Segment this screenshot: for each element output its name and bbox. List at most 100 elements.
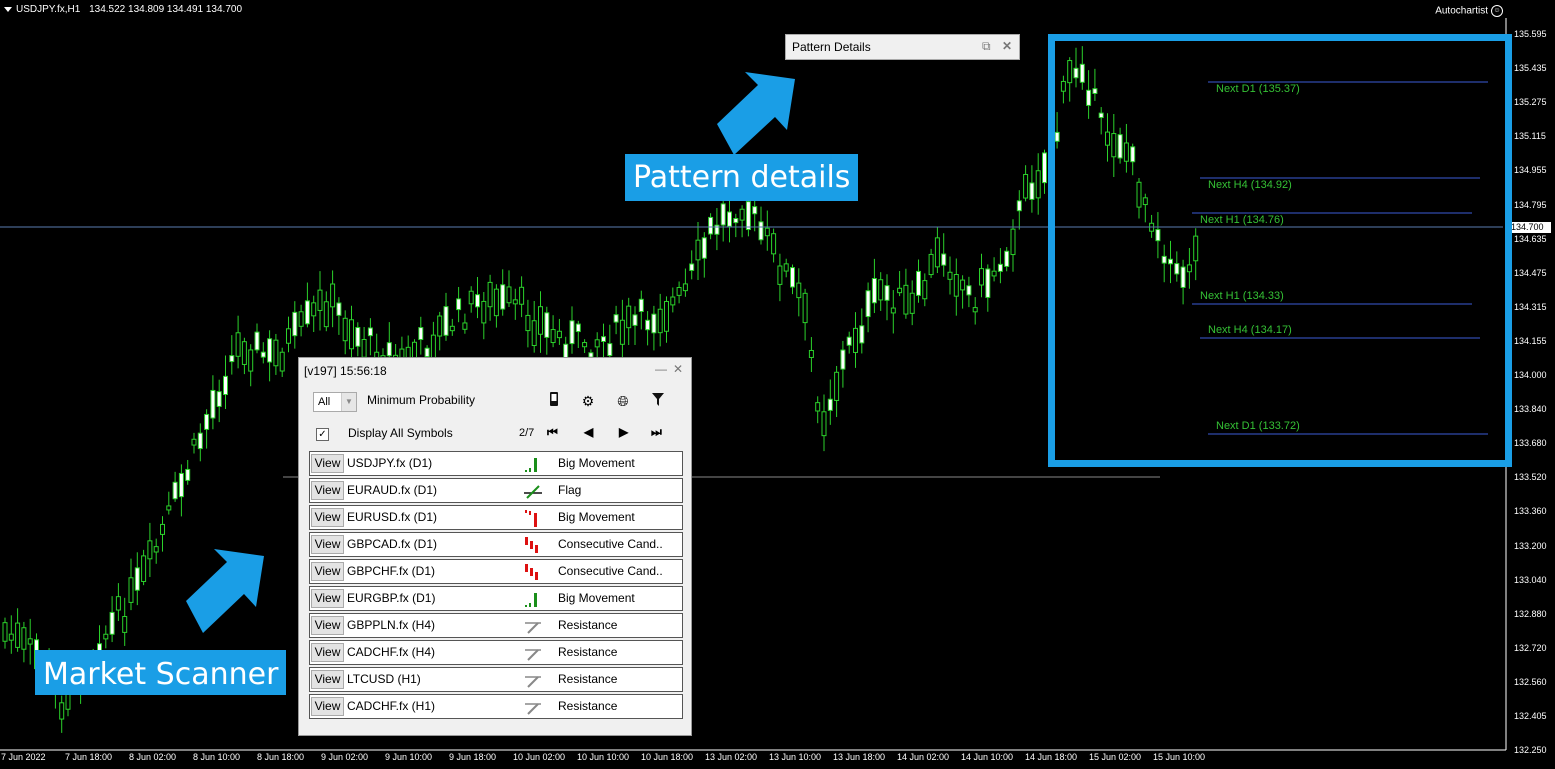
scanner-row[interactable]: View EURGBP.fx (D1) Big Movement [309,586,683,611]
y-tick-label: 133.840 [1514,404,1547,415]
restore-icon[interactable]: ⧉ [982,39,991,54]
pattern-details-window[interactable]: Pattern Details ⧉ ✕ [785,34,1020,60]
candle-body [991,270,997,277]
view-button[interactable]: View [311,616,344,635]
candle-body [733,218,739,224]
candle-body [248,349,254,372]
candle-body [626,305,632,329]
candle-body [840,349,846,370]
y-tick-label: 132.720 [1514,642,1547,653]
gear-icon[interactable]: ⚙ [579,392,597,410]
candle-body [582,342,588,348]
x-tick-label: 10 Jun 10:00 [577,752,630,762]
resistance-icon [524,671,542,689]
view-button[interactable]: View [311,670,344,689]
last-page-icon[interactable]: ⏭︎ [651,425,662,440]
chart-header: USDJPY.fx,H1 134.522 134.809 134.491 134… [4,4,242,15]
candle-body [601,336,606,342]
candle-body [808,349,814,358]
resistance-icon [524,617,542,635]
filter-select[interactable]: All ▼ [313,392,357,412]
scanner-row[interactable]: View EURAUD.fx (D1) Flag [309,478,683,503]
scanner-row[interactable]: View USDJPY.fx (D1) Big Movement [309,451,683,476]
globe-icon[interactable]: 🌐︎ [614,392,632,410]
view-button[interactable]: View [311,643,344,662]
view-button[interactable]: View [311,562,344,581]
x-tick-label: 13 Jun 02:00 [705,752,758,762]
row-pattern: Consecutive Cand.. [558,564,663,578]
candle-body [758,221,764,241]
view-button[interactable]: View [311,535,344,554]
candle-body [708,216,714,235]
row-pattern: Resistance [558,618,618,632]
row-pattern: Resistance [558,672,618,686]
minimize-icon[interactable]: — [655,362,667,376]
phone-icon[interactable] [545,392,563,410]
candle-body [1016,200,1022,212]
row-symbol: GBPCAD.fx (D1) [347,537,438,551]
scanner-row[interactable]: View GBPCAD.fx (D1) Consecutive Cand.. [309,532,683,557]
candle-body [109,611,115,635]
y-tick-label: 134.155 [1514,335,1547,346]
scanner-row[interactable]: View GBPPLN.fx (H4) Resistance [309,613,683,638]
candle-body [953,274,959,297]
view-button[interactable]: View [311,508,344,527]
view-button[interactable]: View [311,454,344,473]
level-label-next-d1-down: Next D1 (133.72) [1216,420,1300,432]
scanner-row[interactable]: View GBPCHF.fx (D1) Consecutive Cand.. [309,559,683,584]
scanner-row[interactable]: View LTCUSD (H1) Resistance [309,667,683,692]
candle-body [682,283,688,292]
view-button[interactable]: View [311,481,344,500]
candle-body [128,577,134,603]
big-movement-up-icon [524,455,542,473]
view-button[interactable]: View [311,589,344,608]
y-tick-label: 135.435 [1514,63,1547,74]
filter-icon[interactable] [649,392,667,410]
candle-body [878,279,884,301]
candle-body [443,306,449,336]
candle-body [525,314,531,332]
candle-body [727,211,732,227]
scanner-row[interactable]: View EURUSD.fx (D1) Big Movement [309,505,683,530]
y-tick-label: 134.315 [1514,301,1547,312]
candle-body [783,263,789,272]
close-icon[interactable]: ✕ [1002,39,1012,53]
y-tick-label: 133.040 [1514,574,1547,585]
candle-body [468,290,474,305]
display-all-checkbox[interactable]: ✓ [316,428,329,441]
row-pattern: Big Movement [558,591,635,605]
market-scanner-window: [v197] 15:56:18 — ✕ All ▼ Minimum Probab… [298,357,692,736]
candle-body [538,306,543,335]
candle-body [897,287,903,294]
row-symbol: EURAUD.fx (D1) [347,483,438,497]
callout-market-scanner: Market Scanner [35,650,287,695]
flag-icon [524,482,542,500]
candle-body [462,322,468,330]
view-button[interactable]: View [311,697,344,716]
resistance-icon [524,698,542,716]
y-tick-label: 132.250 [1514,745,1547,756]
row-symbol: LTCUSD (H1) [347,672,421,686]
prev-page-icon[interactable]: ◀ [584,425,593,439]
row-symbol: EURGBP.fx (D1) [347,591,436,605]
x-tick-label: 7 Jun 18:00 [65,752,113,762]
current-price-tag: 134.700 [1508,222,1551,233]
candle-body [853,327,858,353]
next-page-icon[interactable]: ▶ [619,425,628,439]
candle-body [147,540,153,560]
candle-body [651,313,657,334]
autochartist-label[interactable]: Autochartist ☺ [1435,5,1503,17]
x-tick-label: 8 Jun 10:00 [193,752,241,762]
candle-body [430,334,436,360]
scanner-row[interactable]: View CADCHF.fx (H1) Resistance [309,694,683,719]
dropdown-triangle-icon[interactable] [4,6,12,12]
x-tick-label: 10 Jun 18:00 [641,752,694,762]
level-label-next-h1-up: Next H1 (134.76) [1200,214,1284,226]
candle-body [1023,173,1029,199]
close-icon[interactable]: ✕ [673,362,683,376]
first-page-icon[interactable]: ⏮︎ [547,425,558,440]
candle-body [367,327,373,337]
scanner-row[interactable]: View CADCHF.fx (H4) Resistance [309,640,683,665]
candle-body [361,338,367,358]
candle-body [191,438,197,446]
